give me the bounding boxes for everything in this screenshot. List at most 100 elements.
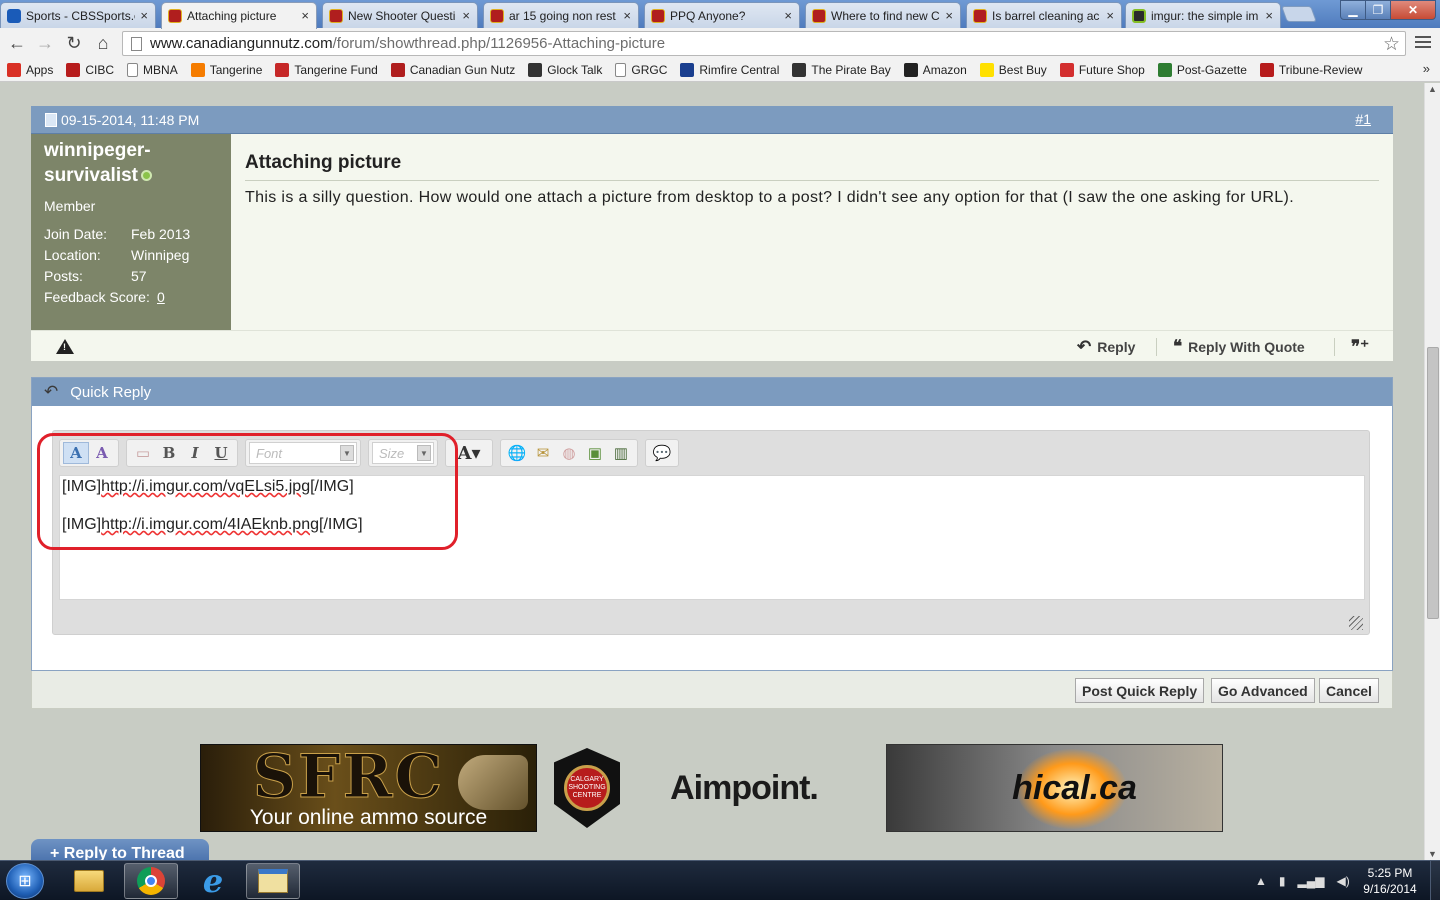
close-icon[interactable]: × bbox=[462, 8, 470, 23]
tab-attaching-picture[interactable]: Attaching picture × bbox=[161, 2, 317, 29]
volume-icon[interactable]: ◀) bbox=[1336, 874, 1349, 888]
new-tab-button[interactable] bbox=[1281, 6, 1317, 22]
reply-to-thread-button[interactable]: + Reply to Thread bbox=[31, 839, 209, 860]
bookmark-mbna[interactable]: MBNA bbox=[127, 62, 178, 77]
feedback-score-link[interactable]: 0 bbox=[157, 289, 165, 306]
bookmark-glock-talk[interactable]: Glock Talk bbox=[528, 62, 602, 77]
bookmark-best-buy[interactable]: Best Buy bbox=[979, 62, 1047, 77]
bookmark-grgc[interactable]: GRGC bbox=[615, 62, 667, 77]
bookmark-label: Canadian Gun Nutz bbox=[409, 62, 516, 77]
close-icon[interactable]: × bbox=[140, 8, 148, 23]
tray-expand-icon[interactable]: ▲ bbox=[1255, 874, 1267, 888]
forward-arrow-icon[interactable]: → bbox=[34, 32, 56, 54]
bookmarks-overflow-icon[interactable]: » bbox=[1423, 61, 1430, 76]
unlink-icon[interactable]: ◍ bbox=[556, 442, 582, 464]
bookmark-star-icon[interactable]: ☆ bbox=[1383, 33, 1400, 56]
quick-reply-header: ↶ Quick Reply bbox=[32, 378, 1392, 406]
clock[interactable]: 5:25 PM 9/16/2014 bbox=[1356, 865, 1424, 897]
postgazette-icon bbox=[1157, 62, 1172, 77]
reply-label: Reply bbox=[1097, 339, 1136, 355]
show-desktop-button[interactable] bbox=[1430, 861, 1440, 900]
home-icon[interactable]: ⌂ bbox=[92, 32, 114, 54]
tab-ppq[interactable]: PPQ Anyone? × bbox=[644, 2, 800, 28]
taskbar-window[interactable] bbox=[246, 863, 300, 899]
resize-grip-icon[interactable] bbox=[1349, 616, 1363, 630]
reply-arrow-icon: ↶ bbox=[1077, 337, 1092, 356]
close-icon[interactable]: × bbox=[945, 8, 953, 23]
tab-title: PPQ Anyone? bbox=[670, 8, 746, 23]
tab-cbs-sports[interactable]: Sports - CBSSports.c × bbox=[0, 2, 156, 28]
report-warning-icon[interactable] bbox=[56, 339, 74, 354]
bookmark-the-pirate-bay[interactable]: The Pirate Bay bbox=[792, 62, 891, 77]
address-bar[interactable]: www.canadiangunnutz.com/forum/showthread… bbox=[122, 31, 1406, 56]
username-link[interactable]: winnipeger-survivalist bbox=[44, 138, 231, 188]
link-globe-icon[interactable]: 🌐 bbox=[504, 442, 530, 464]
minimize-button[interactable]: ▁ bbox=[1340, 0, 1366, 20]
bookmark-canadian-gun-nutz[interactable]: Canadian Gun Nutz bbox=[390, 62, 516, 77]
hical-banner[interactable]: hical.ca bbox=[886, 744, 1223, 832]
close-icon[interactable]: × bbox=[623, 8, 631, 23]
reload-icon[interactable]: ↻ bbox=[63, 32, 85, 54]
taskbar-chrome[interactable] bbox=[124, 863, 178, 899]
battery-icon[interactable]: ▮ bbox=[1279, 874, 1286, 888]
email-link-icon[interactable]: ✉ bbox=[530, 442, 556, 464]
tab-ar15[interactable]: ar 15 going non rest × bbox=[483, 2, 639, 28]
tribune-icon bbox=[1259, 62, 1274, 77]
scroll-up-icon[interactable]: ▲ bbox=[1428, 84, 1437, 94]
page-scrollbar[interactable]: ▲ ▼ bbox=[1424, 83, 1440, 860]
taskbar-internet-explorer[interactable]: e bbox=[186, 862, 240, 900]
start-button[interactable]: ⊞ bbox=[6, 863, 44, 899]
tab-where-to-find[interactable]: Where to find new C × bbox=[805, 2, 961, 28]
close-window-button[interactable]: ✕ bbox=[1390, 0, 1436, 20]
close-icon[interactable]: × bbox=[1265, 8, 1273, 23]
tab-barrel-cleaning[interactable]: Is barrel cleaning ac × bbox=[966, 2, 1122, 28]
cgn-icon bbox=[651, 8, 665, 23]
bookmark-label: The Pirate Bay bbox=[811, 62, 891, 77]
url-host: www.canadiangunnutz.com bbox=[150, 35, 333, 52]
aimpoint-banner[interactable]: Aimpoint. bbox=[660, 744, 828, 832]
location-value: Winnipeg bbox=[131, 247, 190, 263]
bookmark-future-shop[interactable]: Future Shop bbox=[1059, 62, 1145, 77]
csc-logo-text: CALGARY SHOOTING CENTRE bbox=[564, 765, 610, 811]
bookmark-post-gazette[interactable]: Post-Gazette bbox=[1157, 62, 1247, 77]
bookmark-rimfire-central[interactable]: Rimfire Central bbox=[680, 62, 779, 77]
close-icon[interactable]: × bbox=[784, 8, 792, 23]
post-quick-reply-button[interactable]: Post Quick Reply bbox=[1075, 678, 1205, 703]
back-arrow-icon[interactable]: ← bbox=[6, 32, 28, 54]
chrome-menu-icon[interactable] bbox=[1414, 33, 1432, 51]
post-date: 09-15-2014, 11:48 PM bbox=[61, 111, 200, 128]
reply-button[interactable]: ↶ Reply bbox=[1077, 337, 1135, 357]
bookmark-tribune-review[interactable]: Tribune-Review bbox=[1259, 62, 1362, 77]
insert-video-icon[interactable]: ▥ bbox=[608, 442, 634, 464]
sfrc-banner[interactable]: SFRC Your online ammo source bbox=[200, 744, 537, 832]
bookmark-apps[interactable]: Apps bbox=[7, 62, 53, 77]
bookmark-amazon[interactable]: Amazon bbox=[903, 62, 967, 77]
cancel-button[interactable]: Cancel bbox=[1319, 678, 1379, 703]
reply-arrow-icon: ↶ bbox=[44, 382, 59, 401]
bookmark-tangerine-fund[interactable]: Tangerine Fund bbox=[275, 62, 378, 77]
bookmark-tangerine[interactable]: Tangerine bbox=[190, 62, 262, 77]
tab-new-shooter[interactable]: New Shooter Questi × bbox=[322, 2, 478, 28]
toolbar-group-insert: 🌐 ✉ ◍ ▣ ▥ bbox=[500, 439, 638, 467]
close-icon[interactable]: × bbox=[301, 8, 309, 23]
multi-quote-button[interactable]: ❞⁺ bbox=[1351, 337, 1375, 357]
sfrc-logo-text: SFRC bbox=[252, 742, 445, 812]
tab-title: Is barrel cleaning ac bbox=[992, 8, 1100, 23]
scrollbar-thumb[interactable] bbox=[1427, 347, 1439, 619]
bookmark-label: Best Buy bbox=[998, 62, 1047, 77]
bookmark-cibc[interactable]: CIBC bbox=[66, 62, 114, 77]
calgary-shooting-centre-banner[interactable]: CALGARY SHOOTING CENTRE bbox=[549, 744, 625, 832]
close-icon[interactable]: × bbox=[1106, 8, 1114, 23]
insert-image-icon[interactable]: ▣ bbox=[582, 442, 608, 464]
reply-with-quote-button[interactable]: ❝ Reply With Quote bbox=[1173, 337, 1305, 357]
go-advanced-button[interactable]: Go Advanced bbox=[1211, 678, 1315, 703]
network-signal-icon[interactable]: ▂▄▆ bbox=[1298, 874, 1325, 888]
maximize-button[interactable]: ❐ bbox=[1365, 0, 1391, 20]
post-number-link[interactable]: #1 bbox=[1355, 111, 1371, 127]
tab-imgur[interactable]: imgur: the simple im × bbox=[1125, 2, 1281, 28]
scroll-down-icon[interactable]: ▼ bbox=[1428, 849, 1437, 859]
quote-icon[interactable]: 💬 bbox=[649, 442, 675, 464]
tab-title: Attaching picture bbox=[187, 9, 277, 23]
location-row: Location: Winnipeg bbox=[44, 247, 231, 264]
taskbar-explorer[interactable] bbox=[62, 863, 116, 899]
